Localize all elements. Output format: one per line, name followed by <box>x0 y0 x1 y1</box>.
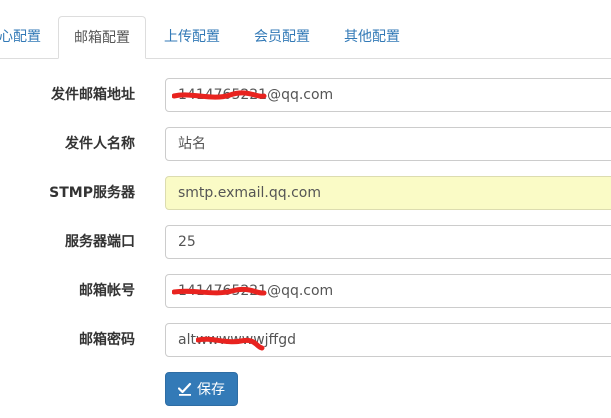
sender-name-label: 发件人名称 <box>65 136 135 152</box>
edit-check-icon <box>178 382 192 396</box>
tab-upload-config[interactable]: 上传配置 <box>150 16 234 59</box>
server-port-field[interactable]: 25 <box>165 225 611 259</box>
email-password-label: 邮箱密码 <box>79 332 135 348</box>
config-tabs: 心配置 邮箱配置 上传配置 会员配置 其他配置 <box>0 0 611 59</box>
sender-address-label: 发件邮箱地址 <box>51 87 135 103</box>
tab-other-config[interactable]: 其他配置 <box>330 16 414 59</box>
form-row-server-port: 服务器端口 25 <box>0 225 611 259</box>
tab-core-config[interactable]: 心配置 <box>0 16 46 59</box>
email-account-label: 邮箱帐号 <box>79 283 135 299</box>
email-account-field[interactable]: 1414765221@qq.com <box>165 274 611 308</box>
sender-address-field[interactable]: 1414765221@qq.com <box>165 78 611 112</box>
form-row-sender-name: 发件人名称 站名 <box>0 127 611 161</box>
form-row-sender-address: 发件邮箱地址 1414765221@qq.com <box>0 78 611 112</box>
save-button-label: 保存 <box>197 382 225 398</box>
tab-member-config[interactable]: 会员配置 <box>240 16 324 59</box>
smtp-server-field[interactable]: smtp.exmail.qq.com <box>165 176 611 210</box>
form-row-email-account: 邮箱帐号 1414765221@qq.com <box>0 274 611 308</box>
tab-email-config[interactable]: 邮箱配置 <box>58 16 146 59</box>
sender-name-field[interactable]: 站名 <box>165 127 611 161</box>
form-row-email-password: 邮箱密码 altwwwwwwjffgd <box>0 323 611 357</box>
smtp-server-label: STMP服务器 <box>49 185 135 201</box>
save-button[interactable]: 保存 <box>165 372 238 406</box>
email-password-field[interactable]: altwwwwwwjffgd <box>165 323 611 357</box>
form-row-smtp-server: STMP服务器 smtp.exmail.qq.com <box>0 176 611 210</box>
server-port-label: 服务器端口 <box>65 234 135 250</box>
